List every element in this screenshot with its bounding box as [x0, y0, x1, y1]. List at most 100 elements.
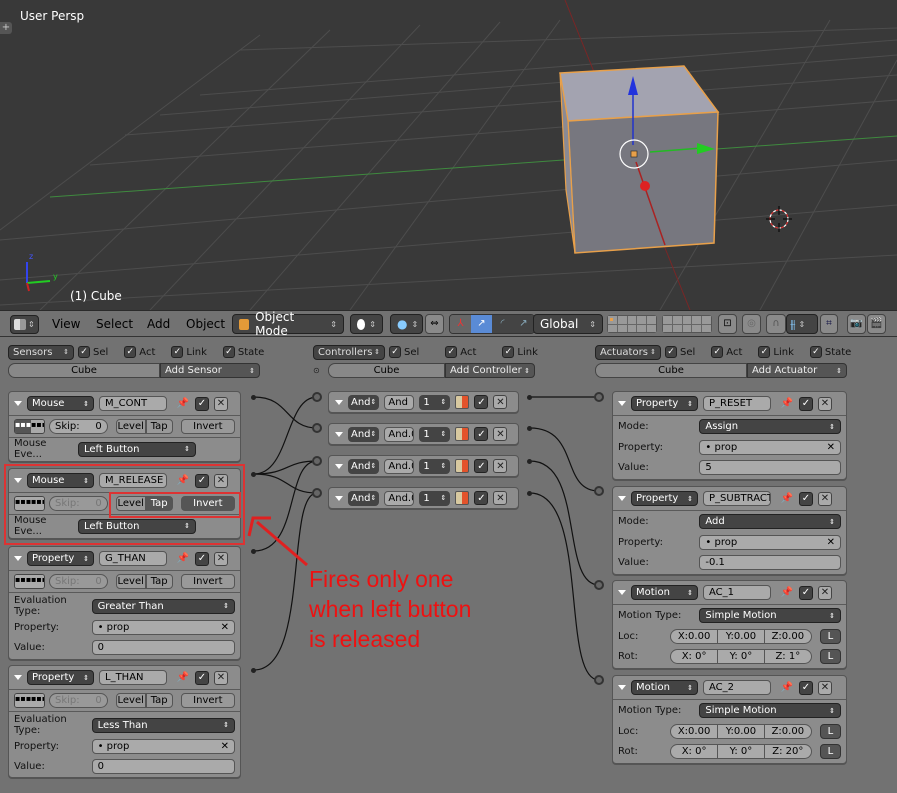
actuator-name-field[interactable]: AC_1 [703, 585, 771, 600]
controllers-sel-checkbox[interactable]: ✓ Sel [389, 346, 419, 358]
controller-priority-field[interactable]: 1 ⇕ [419, 426, 451, 442]
value-field[interactable]: -0.1 [699, 554, 841, 570]
controller-type-select[interactable]: And ⇕ [348, 394, 380, 410]
pulse-false-icon[interactable]: ▪▪▪ [31, 694, 44, 707]
actuator-input-socket[interactable] [594, 392, 604, 402]
active-checkbox-icon[interactable]: ✓ [474, 459, 489, 473]
rot-y-field[interactable]: Y: 0° [718, 744, 765, 758]
property-field[interactable]: • prop ✕ [699, 534, 841, 550]
collapse-icon[interactable] [14, 556, 22, 561]
collapse-icon[interactable] [618, 685, 626, 690]
loc-vector-field[interactable]: X:0.00 Y:0.00 Z:0.00 [670, 723, 812, 739]
actuator-type-select[interactable]: Property ⇕ [631, 491, 698, 506]
rot-y-field[interactable]: Y: 0° [718, 649, 765, 663]
3d-cursor-icon[interactable] [766, 206, 792, 232]
rot-x-field[interactable]: X: 0° [671, 744, 719, 758]
level-button[interactable]: Level [115, 693, 146, 708]
controller-output-socket[interactable] [527, 395, 532, 400]
layers-icon[interactable] [607, 315, 657, 333]
actuator-input-socket[interactable] [594, 675, 604, 685]
sensor-type-select[interactable]: Property ⇕ [27, 670, 94, 685]
remove-icon[interactable]: ✕ [493, 459, 508, 473]
tap-button[interactable]: Tap [145, 693, 173, 708]
collapse-icon[interactable] [335, 399, 343, 405]
motion-type-select[interactable]: Simple Motion ⇕ [699, 608, 841, 623]
remove-icon[interactable]: ✕ [214, 670, 228, 685]
sensors-dropdown[interactable]: Sensors ⇕ [8, 344, 74, 360]
actuators-object-button[interactable]: Cube [595, 363, 747, 378]
evaluation-type-select[interactable]: Greater Than ⇕ [91, 598, 235, 614]
controller-output-socket[interactable] [527, 459, 532, 464]
property-field[interactable]: • prop ✕ [699, 439, 841, 455]
actuator-name-field[interactable]: P_RESET [703, 396, 771, 411]
sensors-sel-checkbox[interactable]: ✓ Sel [78, 346, 108, 358]
actuator-name-field[interactable]: P_SUBTRACT [703, 491, 771, 506]
rot-z-field[interactable]: Z: 20° [765, 745, 811, 758]
remove-icon[interactable]: ✕ [818, 396, 832, 411]
3d-viewport[interactable]: User Persp + z y (1) Cube [0, 0, 897, 310]
cube-object[interactable] [559, 65, 720, 254]
collapse-icon[interactable] [14, 675, 22, 680]
controller-output-socket[interactable] [527, 426, 532, 431]
controller-priority-field[interactable]: 1 ⇕ [419, 458, 451, 474]
controller-type-select[interactable]: And ⇕ [348, 458, 380, 474]
controller-input-socket[interactable] [312, 423, 322, 433]
remove-icon[interactable]: ✕ [493, 427, 508, 441]
render-animation-icon[interactable]: 🎬 [867, 314, 886, 334]
controller-input-socket[interactable] [312, 392, 322, 402]
clear-icon[interactable]: ✕ [221, 622, 229, 633]
controllers-object-button[interactable]: Cube [328, 363, 445, 378]
translate-icon[interactable]: ↗ [471, 315, 492, 333]
active-checkbox-icon[interactable]: ✓ [474, 491, 489, 505]
sensor-output-socket[interactable] [251, 668, 256, 673]
skip-field[interactable]: Skip: 0 [48, 419, 108, 434]
render-icon[interactable]: 📷 [847, 314, 866, 334]
collapse-icon[interactable] [618, 401, 626, 406]
skip-field[interactable]: Skip: 0 [48, 693, 108, 708]
pin-icon[interactable]: 📌 [780, 586, 794, 600]
sensors-act-checkbox[interactable]: ✓ Act [124, 346, 155, 358]
loc-y-field[interactable]: Y:0.00 [718, 629, 765, 643]
pulse-true-icon[interactable]: ▪▪▪ [15, 694, 31, 707]
controller-name-field[interactable]: And.0 [384, 458, 415, 474]
state-toggle-icon[interactable]: ⊙ [313, 366, 320, 375]
loc-z-field[interactable]: Z:0.00 [765, 725, 811, 738]
actuators-act-checkbox[interactable]: ✓ Act [711, 346, 742, 358]
mode-select[interactable]: Assign ⇕ [699, 419, 841, 434]
sensor-output-socket[interactable] [251, 472, 256, 477]
snap-icon[interactable]: ∩ [766, 314, 786, 334]
rot-vector-field[interactable]: X: 0° Y: 0° Z: 1° [670, 648, 812, 664]
add-controller-dropdown[interactable]: Add Controller ⇕ [445, 363, 535, 378]
transform-orientation-select[interactable]: Global ⇕ [533, 314, 603, 334]
remove-icon[interactable]: ✕ [818, 491, 832, 506]
pulse-true-icon[interactable]: ▪▪▪ [15, 575, 31, 588]
rot-z-field[interactable]: Z: 1° [765, 650, 811, 663]
rot-local-toggle[interactable]: L [819, 743, 841, 759]
rot-x-field[interactable]: X: 0° [671, 649, 719, 663]
clear-icon[interactable]: ✕ [221, 741, 229, 752]
evaluation-type-select[interactable]: Less Than ⇕ [91, 717, 235, 733]
sensors-object-button[interactable]: Cube [8, 363, 160, 378]
pivot-align-icon[interactable]: ⇔ [425, 314, 444, 334]
active-checkbox-icon[interactable]: ✓ [799, 585, 813, 600]
snap-element-select[interactable]: ⫵ ⇕ [786, 314, 818, 334]
state-mask-icon[interactable] [455, 427, 470, 441]
value-field[interactable]: 5 [699, 459, 841, 475]
pulse-false-icon[interactable]: ▪▪▪ [31, 575, 44, 588]
level-button[interactable]: Level [115, 574, 146, 589]
menu-view[interactable]: View [52, 317, 80, 331]
sensor-name-field[interactable]: M_CONT [99, 396, 167, 411]
actuator-type-select[interactable]: Motion ⇕ [631, 585, 698, 600]
collapse-icon[interactable] [335, 495, 343, 501]
collapse-icon[interactable] [335, 463, 343, 469]
remove-icon[interactable]: ✕ [493, 395, 508, 409]
loc-y-field[interactable]: Y:0.00 [718, 724, 765, 738]
rot-local-toggle[interactable]: L [819, 648, 841, 664]
active-checkbox-icon[interactable]: ✓ [474, 427, 489, 441]
snap-target-icon[interactable]: ⌗ [820, 314, 838, 334]
pin-icon[interactable]: 📌 [176, 671, 190, 685]
loc-z-field[interactable]: Z:0.00 [765, 630, 811, 643]
controller-output-socket[interactable] [527, 491, 532, 496]
pin-icon[interactable]: 📌 [780, 681, 794, 695]
controller-name-field[interactable]: And [384, 394, 415, 410]
